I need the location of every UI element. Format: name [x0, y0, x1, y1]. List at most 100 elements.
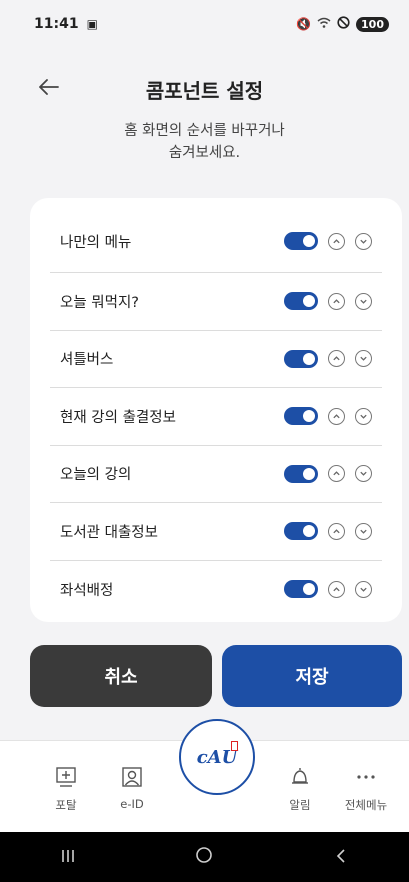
- move-down-button[interactable]: [355, 465, 372, 483]
- status-left: 11:41 ▣: [34, 16, 98, 32]
- chevron-up-icon: [333, 238, 340, 243]
- system-back-icon: [336, 849, 345, 863]
- toggle-knob: [303, 235, 315, 247]
- home-logo-button[interactable]: cAU: [179, 719, 255, 795]
- subtitle-line-1: 홈 화면의 순서를 바꾸거나: [124, 123, 285, 139]
- move-down-button[interactable]: [355, 580, 372, 598]
- chevron-up-icon: [333, 414, 340, 419]
- chevron-down-icon: [360, 471, 367, 476]
- component-row: 나만의 메뉴: [50, 198, 382, 273]
- recent-apps-icon: [62, 850, 74, 862]
- visibility-toggle[interactable]: [284, 464, 318, 483]
- bottom-nav: 포탈 e-ID cAU 알림 전체메뉴: [0, 719, 409, 832]
- chevron-up-icon: [333, 299, 340, 304]
- component-label: 나만의 메뉴: [60, 234, 132, 251]
- status-time: 11:41: [34, 16, 79, 32]
- row-controls: [284, 232, 372, 250]
- save-button[interactable]: 저장: [222, 645, 402, 707]
- component-label: 오늘 뭐먹지?: [60, 294, 140, 311]
- move-down-button[interactable]: [355, 292, 372, 310]
- component-row: 오늘의 강의: [50, 446, 382, 503]
- back-button[interactable]: [34, 72, 64, 102]
- component-row: 좌석배정: [50, 561, 382, 619]
- chevron-down-icon: [360, 239, 367, 244]
- nav-alarm-label: 알림: [289, 798, 311, 812]
- toggle-knob: [303, 295, 315, 308]
- move-down-button[interactable]: [355, 407, 372, 425]
- row-controls: [284, 580, 372, 599]
- move-down-button[interactable]: [355, 522, 372, 540]
- visibility-toggle[interactable]: [284, 292, 318, 311]
- chevron-down-icon: [360, 356, 367, 361]
- component-row: 오늘 뭐먹지?: [50, 273, 382, 331]
- visibility-toggle[interactable]: [284, 522, 318, 541]
- chevron-down-icon: [360, 414, 367, 419]
- dnd-icon: [337, 16, 350, 32]
- nav-menu-label: 전체메뉴: [344, 798, 388, 812]
- component-label: 도서관 대출정보: [60, 524, 158, 541]
- move-down-button[interactable]: [355, 350, 372, 368]
- status-right: 🔇 100: [296, 16, 389, 32]
- chevron-down-icon: [360, 587, 367, 592]
- nav-portal-label: 포탈: [55, 798, 77, 812]
- toggle-knob: [303, 410, 315, 423]
- component-row: 도서관 대출정보: [50, 503, 382, 561]
- header: 콤포넌트 설정: [0, 64, 409, 114]
- visibility-toggle[interactable]: [284, 232, 318, 250]
- visibility-toggle[interactable]: [284, 580, 318, 599]
- row-controls: [284, 522, 372, 541]
- component-list-card: 나만의 메뉴 오늘 뭐먹지? 셔틀버스 현재 강의 출결정보 오늘의 강의 도서…: [30, 198, 402, 622]
- component-label: 현재 강의 출결정보: [60, 409, 176, 426]
- id-card-icon: [102, 763, 162, 791]
- nav-alarm[interactable]: 알림: [270, 763, 330, 813]
- recent-apps-button[interactable]: [38, 845, 98, 869]
- system-back-button[interactable]: [311, 845, 371, 869]
- move-up-button[interactable]: [328, 292, 345, 310]
- move-up-button[interactable]: [328, 232, 345, 250]
- screenshot-icon: ▣: [86, 17, 98, 31]
- status-bar: 11:41 ▣ 🔇 100: [0, 0, 409, 48]
- move-up-button[interactable]: [328, 465, 345, 483]
- toggle-knob: [303, 352, 315, 365]
- visibility-toggle[interactable]: [284, 407, 318, 426]
- nav-portal[interactable]: 포탈: [36, 763, 96, 813]
- nav-eid-label: e-ID: [120, 797, 144, 811]
- home-circle-icon: [196, 847, 213, 863]
- component-label: 셔틀버스: [60, 352, 114, 369]
- toggle-knob: [303, 467, 315, 480]
- page-subtitle: 홈 화면의 순서를 바꾸거나 숨겨보세요.: [0, 120, 409, 164]
- chevron-up-icon: [333, 587, 340, 592]
- more-dots-icon: [336, 763, 396, 791]
- bell-icon: [270, 763, 330, 791]
- row-controls: [284, 464, 372, 483]
- row-controls: [284, 407, 372, 426]
- component-list: 나만의 메뉴 오늘 뭐먹지? 셔틀버스 현재 강의 출결정보 오늘의 강의 도서…: [30, 198, 402, 618]
- wifi-icon: [317, 17, 331, 32]
- row-controls: [284, 349, 372, 368]
- home-button[interactable]: [174, 845, 234, 869]
- system-nav-bar: [0, 832, 409, 882]
- move-up-button[interactable]: [328, 350, 345, 368]
- monitor-plus-icon: [36, 763, 96, 791]
- component-row: 셔틀버스: [50, 331, 382, 388]
- subtitle-line-2: 숨겨보세요.: [168, 145, 241, 161]
- chevron-up-icon: [333, 471, 340, 476]
- component-label: 좌석배정: [60, 582, 114, 599]
- toggle-knob: [303, 525, 315, 538]
- mute-icon: 🔇: [296, 17, 312, 31]
- component-row: 현재 강의 출결정보: [50, 388, 382, 446]
- component-label: 오늘의 강의: [60, 467, 132, 484]
- chevron-down-icon: [360, 299, 367, 304]
- move-down-button[interactable]: [355, 232, 372, 250]
- cancel-button[interactable]: 취소: [30, 645, 212, 707]
- move-up-button[interactable]: [328, 580, 345, 598]
- visibility-toggle[interactable]: [284, 349, 318, 368]
- chevron-up-icon: [333, 356, 340, 361]
- row-controls: [284, 292, 372, 311]
- back-arrow-icon: [39, 79, 59, 95]
- move-up-button[interactable]: [328, 407, 345, 425]
- chevron-down-icon: [360, 529, 367, 534]
- move-up-button[interactable]: [328, 522, 345, 540]
- nav-eid[interactable]: e-ID: [102, 763, 162, 811]
- nav-all-menu[interactable]: 전체메뉴: [336, 763, 396, 813]
